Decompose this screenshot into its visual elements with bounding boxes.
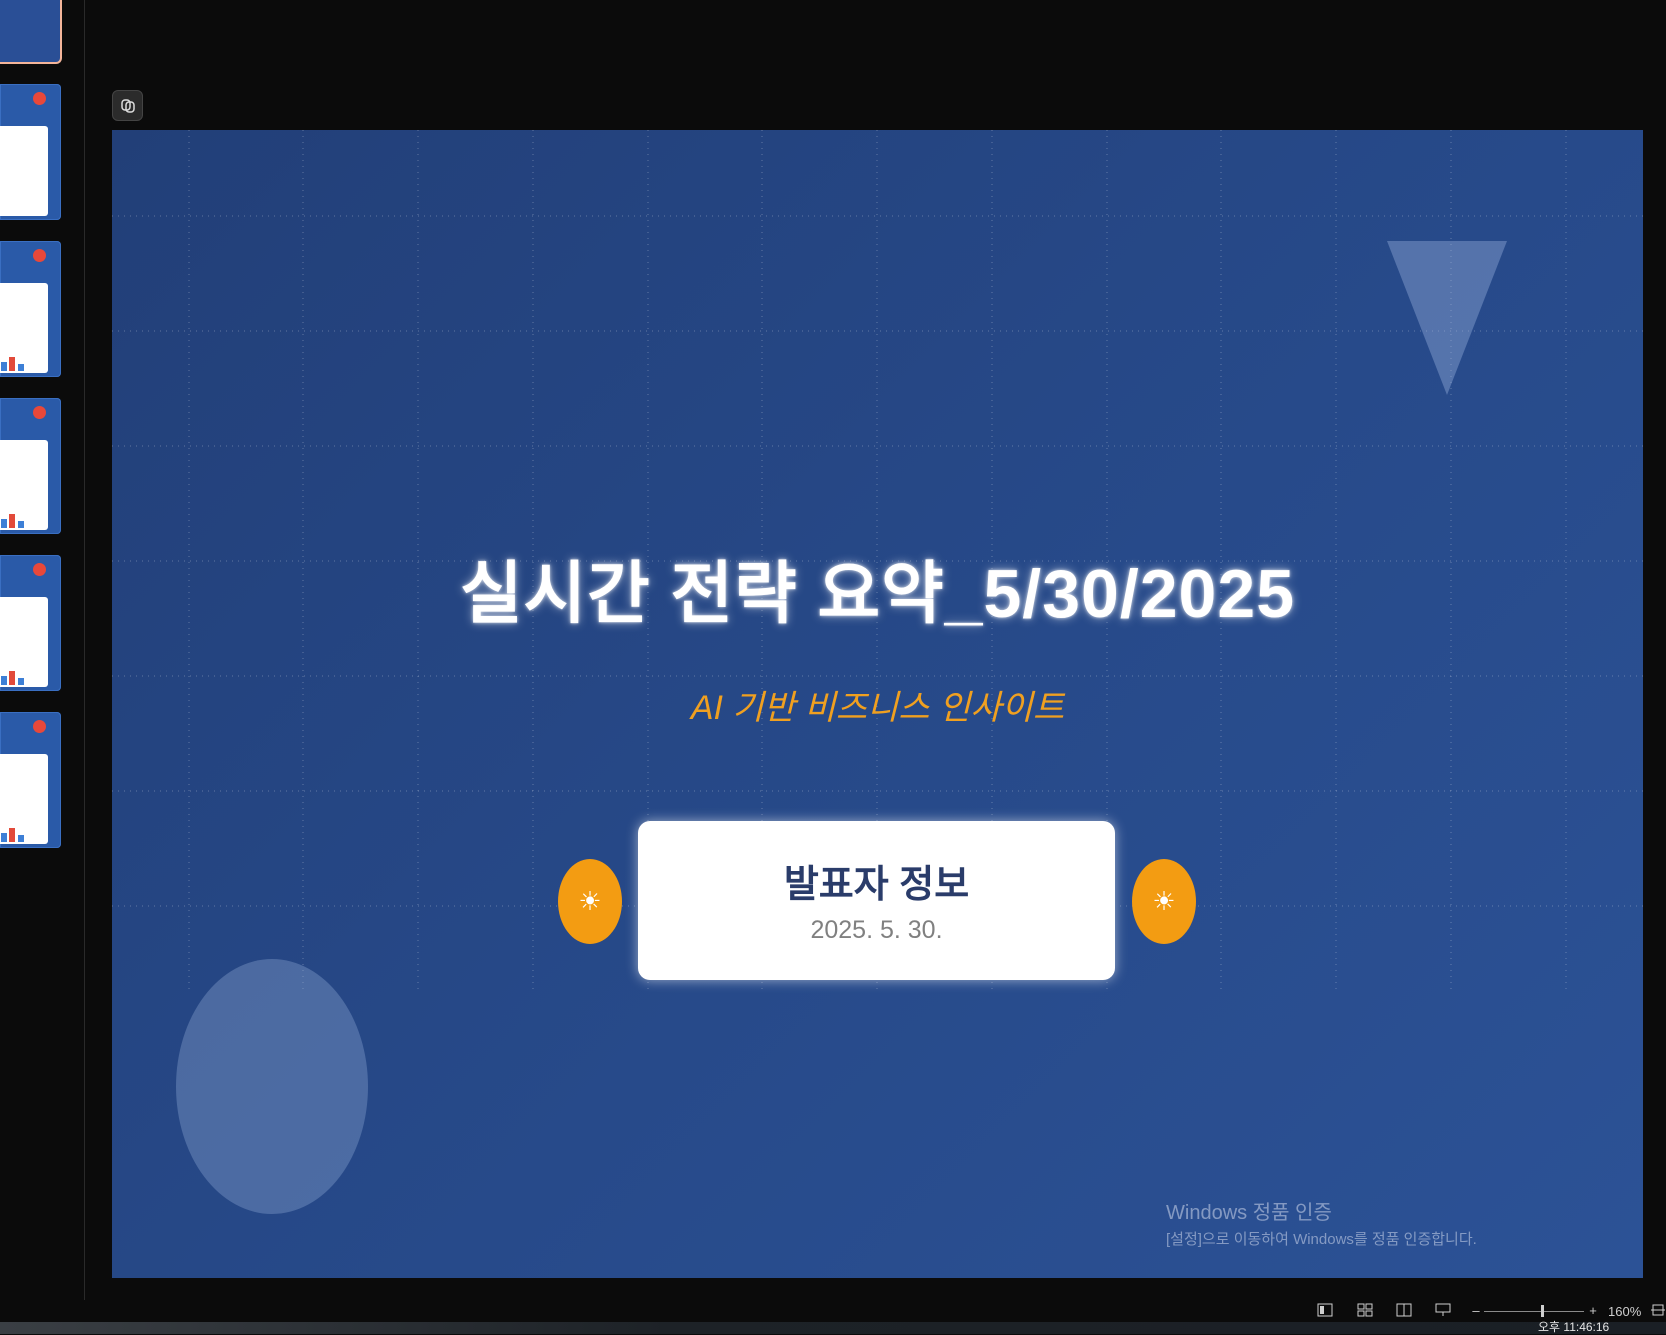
zoom-level[interactable]: 160% — [1608, 1304, 1641, 1319]
thumbnail-bars — [0, 351, 40, 371]
presenter-label: 발표자 정보 — [783, 864, 970, 906]
thumbnail-bars — [0, 508, 40, 528]
sun-right-icon[interactable]: ☀ — [1132, 859, 1196, 944]
slide-thumbnail-6[interactable] — [0, 712, 61, 848]
copilot-icon — [120, 98, 135, 113]
presentation-date: 2025. 5. 30. — [810, 916, 943, 944]
zoom-slider[interactable] — [1484, 1311, 1584, 1312]
slide-thumbnail-pane — [0, 0, 85, 1300]
slide-thumbnail-5[interactable] — [0, 555, 61, 691]
normal-view-icon[interactable] — [1315, 1303, 1335, 1319]
thumbnail-badge-icon — [33, 720, 46, 733]
slide-thumbnail-3[interactable] — [0, 241, 61, 377]
slide-canvas[interactable]: 실시간 전략 요약_5/30/2025 AI 기반 비즈니스 인사이트 ☀ 발표… — [112, 130, 1643, 1278]
watermark-title: Windows 정품 인증 — [1166, 1202, 1332, 1224]
decorative-ellipse[interactable] — [176, 959, 368, 1214]
zoom-out-button[interactable]: – — [1466, 1303, 1486, 1319]
slide-thumbnail-4[interactable] — [0, 398, 61, 534]
taskbar-clock: 오후 11:46:16 — [1538, 1320, 1610, 1334]
thumbnail-badge-icon — [33, 249, 46, 262]
sun-glyph: ☀ — [578, 886, 602, 916]
sun-left-icon[interactable]: ☀ — [558, 859, 622, 944]
windows-taskbar — [0, 1322, 1666, 1334]
fit-to-window-icon[interactable] — [1648, 1303, 1666, 1319]
thumbnail-badge-icon — [33, 563, 46, 576]
zoom-in-button[interactable]: + — [1583, 1303, 1603, 1319]
decorative-triangle[interactable] — [1387, 235, 1509, 397]
thumbnail-preview — [0, 126, 48, 216]
thumbnail-bars — [0, 822, 40, 842]
thumbnail-badge-icon — [33, 406, 46, 419]
slideshow-icon[interactable] — [1433, 1303, 1453, 1319]
copilot-button[interactable] — [112, 90, 143, 121]
sun-glyph: ☀ — [1152, 886, 1176, 916]
slide-subtitle[interactable]: AI 기반 비즈니스 인사이트 — [112, 680, 1643, 729]
slide-title[interactable]: 실시간 전략 요약_5/30/2025 — [112, 538, 1643, 637]
thumbnail-bars — [0, 665, 40, 685]
watermark-subtitle: [설정]으로 이동하여 Windows를 정품 인증합니다. — [1166, 1231, 1477, 1248]
reading-view-icon[interactable] — [1394, 1303, 1414, 1319]
slide-thumbnail-2[interactable] — [0, 84, 61, 220]
slide-sorter-icon[interactable] — [1355, 1303, 1375, 1319]
slide-thumbnail-1[interactable] — [0, 0, 62, 64]
zoom-slider-thumb[interactable] — [1541, 1305, 1544, 1317]
status-bar: – + 160% — [0, 1300, 1666, 1322]
thumbnail-badge-icon — [33, 92, 46, 105]
windows-activation-watermark: Windows 정품 인증 [설정]으로 이동하여 Windows를 정품 인증… — [1166, 1196, 1477, 1249]
presenter-info-card[interactable]: 발표자 정보 2025. 5. 30. — [638, 821, 1115, 980]
